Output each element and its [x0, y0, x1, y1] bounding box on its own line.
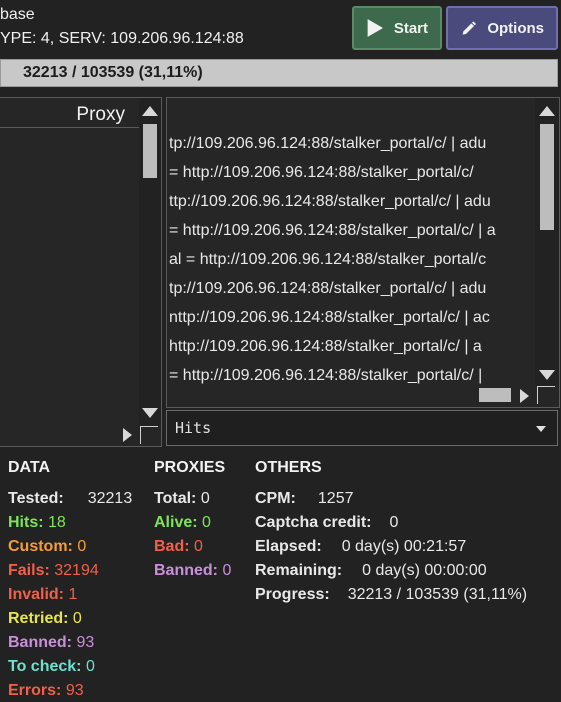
- stat-value: 0 day(s) 00:00:00: [362, 562, 487, 579]
- stat-label: Hits:: [8, 514, 44, 531]
- proxy-header-label: Proxy: [76, 104, 125, 125]
- log-vscrollbar[interactable]: [535, 98, 559, 386]
- play-icon: [367, 19, 384, 37]
- proxies-section-title: PROXIES: [154, 459, 226, 476]
- progress-bar: 32213 / 103539 (31,11%): [0, 59, 558, 87]
- stat-proxy-bad: Bad: 0: [154, 538, 203, 556]
- stat-value: 0: [222, 562, 232, 579]
- proxy-column-header[interactable]: Proxy: [0, 98, 139, 128]
- stat-value: 0: [200, 490, 210, 507]
- stat-tested: Tested: 32213: [8, 490, 132, 508]
- stat-to-check: To check: 0: [8, 658, 95, 676]
- stat-label: Retried:: [8, 610, 69, 627]
- stat-label: Fails:: [8, 562, 50, 579]
- stat-value: 0: [202, 514, 211, 531]
- proxy-list-panel: Proxy: [0, 97, 162, 447]
- stat-banned: Banned: 93: [8, 634, 94, 652]
- log-line: al = http://109.206.96.124:88/stalker_po…: [169, 251, 487, 268]
- stat-custom: Custom: 0: [8, 538, 86, 556]
- data-section-title: DATA: [8, 459, 51, 476]
- others-section-title: OTHERS: [255, 459, 322, 476]
- stat-label: Invalid:: [8, 586, 65, 603]
- stat-label: Elapsed:: [255, 538, 322, 555]
- resize-grip-icon[interactable]: [140, 426, 158, 444]
- stat-value: 0: [389, 514, 399, 531]
- options-button-label: Options: [487, 19, 544, 37]
- stat-fails: Fails: 32194: [8, 562, 99, 580]
- scroll-down-arrow-icon[interactable]: [539, 370, 555, 380]
- log-line: tp://109.206.96.124:88/stalker_portal/c/…: [169, 280, 487, 297]
- stat-value: 0 day(s) 00:21:57: [341, 538, 467, 555]
- config-info: YPE: 4, SERV: 109.206.96.124:88: [0, 30, 244, 47]
- stat-value: 1257: [317, 490, 354, 507]
- start-button-label: Start: [393, 19, 428, 37]
- log-hscroll-thumb[interactable]: [479, 388, 511, 402]
- stat-value: 32194: [54, 562, 99, 579]
- stat-value: 0: [72, 610, 82, 627]
- resize-grip-icon[interactable]: [537, 386, 555, 404]
- stat-label: To check:: [8, 658, 82, 675]
- stat-invalid: Invalid: 1: [8, 586, 77, 604]
- stat-value: 32213: [87, 490, 133, 507]
- stat-hits: Hits: 18: [8, 514, 66, 532]
- stat-remaining: Remaining: 0 day(s) 00:00:00: [255, 562, 487, 580]
- scroll-right-arrow-icon[interactable]: [520, 389, 529, 403]
- log-hscrollbar[interactable]: [167, 386, 535, 406]
- log-line: = http://109.206.96.124:88/stalker_porta…: [169, 164, 474, 181]
- stat-elapsed: Elapsed: 0 day(s) 00:21:57: [255, 538, 466, 556]
- stat-errors: Errors: 93: [8, 682, 84, 700]
- log-line: tp://109.206.96.124:88/stalker_portal/c/…: [169, 135, 487, 152]
- log-line: nttp://109.206.96.124:88/stalker_portal/…: [169, 309, 490, 326]
- stat-proxy-banned: Banned: 0: [154, 562, 231, 580]
- start-button[interactable]: Start: [352, 6, 442, 50]
- config-name: base: [0, 6, 35, 23]
- progress-text: 32213 / 103539 (31,11%): [23, 64, 203, 81]
- stat-captcha-credit: Captcha credit: 0: [255, 514, 398, 532]
- result-filter-select[interactable]: Hits: [166, 410, 558, 446]
- log-lines-viewport: tp://109.206.96.124:88/stalker_portal/c/…: [169, 124, 521, 386]
- stat-value: 93: [76, 634, 95, 651]
- log-line: ttp://109.206.96.124:88/stalker_portal/c…: [169, 193, 491, 210]
- log-line: = http://109.206.96.124:88/stalker_porta…: [169, 222, 496, 239]
- stat-label: Captcha credit:: [255, 514, 372, 531]
- proxy-vscrollbar[interactable]: [139, 98, 161, 426]
- scroll-up-arrow-icon[interactable]: [539, 106, 555, 116]
- log-header: [167, 98, 535, 118]
- proxy-vscroll-thumb[interactable]: [143, 124, 157, 178]
- stat-value: 32213 / 103539 (31,11%): [347, 586, 528, 603]
- stat-label: Alive:: [154, 514, 198, 531]
- stat-value: 93: [65, 682, 84, 699]
- scroll-right-arrow-icon[interactable]: [123, 428, 132, 442]
- stat-label: Banned:: [8, 634, 72, 651]
- stat-cpm: CPM: 1257: [255, 490, 353, 508]
- scroll-down-arrow-icon[interactable]: [142, 408, 158, 418]
- stat-retried: Retried: 0: [8, 610, 82, 628]
- chevron-down-icon: [536, 426, 546, 432]
- stat-progress: Progress: 32213 / 103539 (31,11%): [255, 586, 527, 604]
- stat-label: Total:: [154, 490, 197, 507]
- stat-label: Errors:: [8, 682, 62, 699]
- stat-label: Bad:: [154, 538, 190, 555]
- stat-label: CPM:: [255, 490, 296, 507]
- options-button[interactable]: Options: [446, 6, 558, 50]
- log-vscroll-thumb[interactable]: [540, 124, 554, 230]
- stat-value: 0: [85, 658, 95, 675]
- stat-label: Banned:: [154, 562, 218, 579]
- stat-label: Custom:: [8, 538, 73, 555]
- log-panel: tp://109.206.96.124:88/stalker_portal/c/…: [166, 97, 560, 408]
- pencil-icon: [462, 21, 476, 35]
- stat-proxy-alive: Alive: 0: [154, 514, 211, 532]
- stat-label: Remaining:: [255, 562, 343, 579]
- stat-value: 18: [48, 514, 66, 531]
- stat-value: 0: [194, 538, 203, 555]
- scroll-up-arrow-icon[interactable]: [142, 106, 158, 116]
- log-line: = http://109.206.96.124:88/stalker_porta…: [169, 367, 483, 384]
- stat-value: 1: [68, 586, 78, 603]
- stat-label: Progress:: [255, 586, 330, 603]
- result-filter-value: Hits: [175, 419, 212, 437]
- log-line: http://109.206.96.124:88/stalker_portal/…: [169, 338, 482, 355]
- stat-proxy-total: Total: 0: [154, 490, 210, 508]
- stat-value: 0: [77, 538, 87, 555]
- stat-label: Tested:: [8, 490, 64, 507]
